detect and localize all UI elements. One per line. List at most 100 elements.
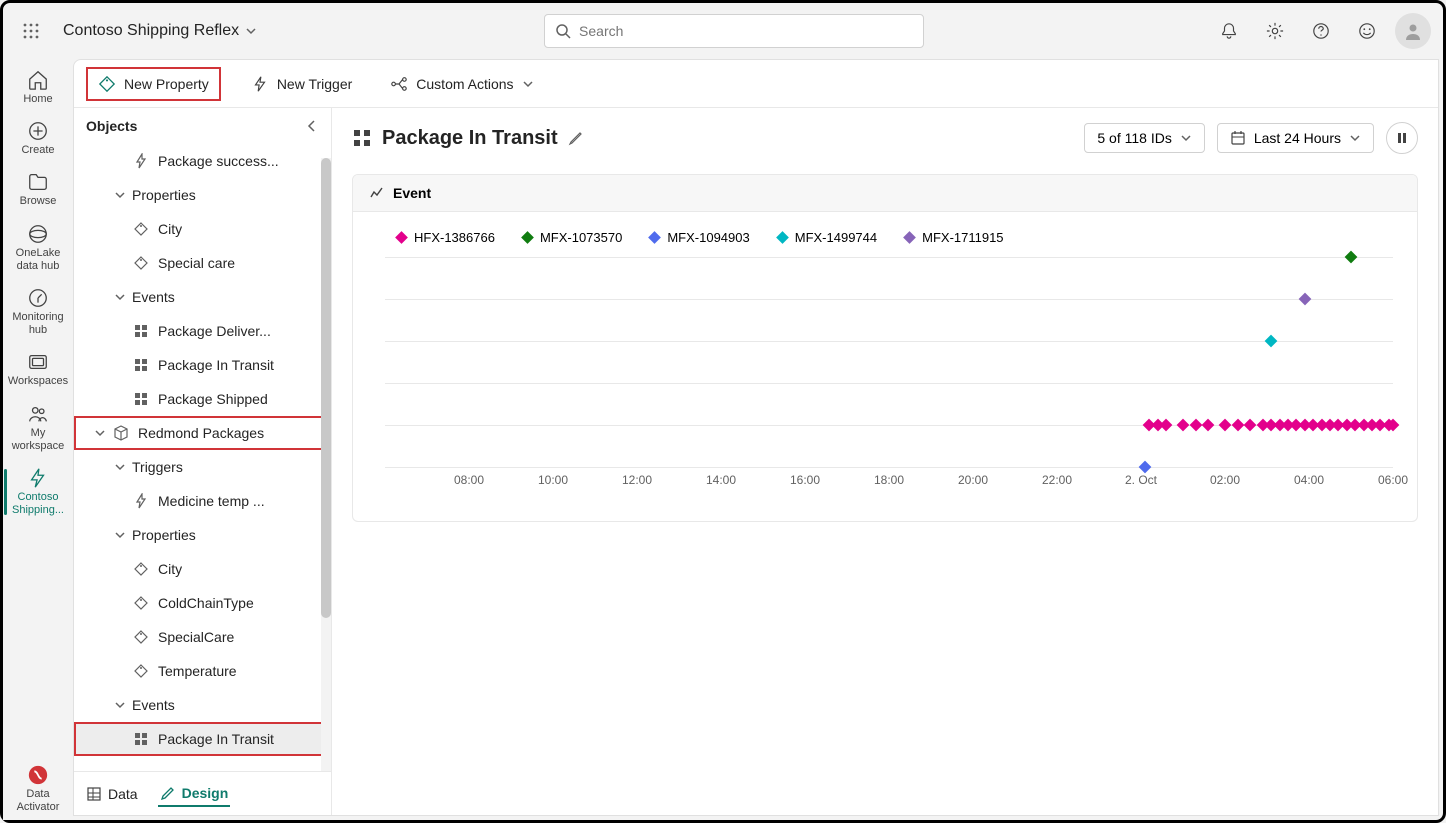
tree-item[interactable]: Special care: [74, 246, 331, 280]
edit-icon[interactable]: [568, 130, 584, 146]
rail-home-label: Home: [23, 93, 52, 106]
legend-label: MFX-1499744: [795, 230, 877, 245]
tree-item[interactable]: Package Shipped: [74, 382, 331, 416]
rail-data-activator[interactable]: Data Activator: [8, 758, 68, 820]
legend-item[interactable]: MFX-1094903: [650, 230, 749, 245]
settings-button[interactable]: [1257, 13, 1293, 49]
data-point[interactable]: [1244, 419, 1257, 432]
table-icon: [86, 786, 102, 802]
tree-item[interactable]: Events: [74, 280, 331, 314]
x-tick: 16:00: [790, 473, 820, 487]
tag-icon: [132, 662, 150, 680]
left-rail: Home Create Browse OneLake data hub Moni…: [3, 59, 73, 820]
legend-color-icon: [395, 231, 408, 244]
app-launcher-icon[interactable]: [15, 15, 47, 47]
data-point[interactable]: [1189, 419, 1202, 432]
data-point[interactable]: [1298, 293, 1311, 306]
collapse-icon[interactable]: [305, 119, 319, 133]
chevron-down-icon: [112, 697, 128, 713]
topbar-right: [1211, 13, 1431, 49]
user-avatar[interactable]: [1395, 13, 1431, 49]
data-point[interactable]: [1202, 419, 1215, 432]
sidebar-scrollbar[interactable]: [321, 158, 331, 771]
rail-create[interactable]: Create: [8, 114, 68, 163]
rail-create-label: Create: [21, 144, 54, 157]
tree-item-label: Package Shipped: [158, 391, 268, 407]
tree-item[interactable]: Package In Transit: [74, 348, 331, 382]
tree-item[interactable]: Package Deliver...: [74, 314, 331, 348]
tree-item[interactable]: ColdChainType: [74, 586, 331, 620]
rail-home[interactable]: Home: [8, 63, 68, 112]
x-tick: 14:00: [706, 473, 736, 487]
legend-item[interactable]: HFX-1386766: [397, 230, 495, 245]
data-point[interactable]: [1231, 419, 1244, 432]
search-box[interactable]: [544, 14, 924, 48]
rail-monitoring[interactable]: Monitoring hub: [8, 281, 68, 343]
pause-button[interactable]: [1386, 122, 1418, 154]
gridline: [385, 257, 1393, 258]
data-point[interactable]: [1139, 461, 1152, 474]
design-icon: [160, 785, 176, 801]
tree-item[interactable]: Package success...: [74, 144, 331, 178]
tree-item[interactable]: Triggers: [74, 450, 331, 484]
tree-item[interactable]: Properties: [74, 178, 331, 212]
chart-body: HFX-1386766 MFX-1073570 MFX-1094903 MFX-149…: [353, 212, 1417, 521]
tree-item[interactable]: Redmond Packages: [74, 416, 331, 450]
x-tick: 10:00: [538, 473, 568, 487]
x-tick: 2. Oct: [1125, 473, 1157, 487]
search-icon: [555, 23, 571, 39]
rail-browse[interactable]: Browse: [8, 165, 68, 214]
data-point[interactable]: [1160, 419, 1173, 432]
help-button[interactable]: [1303, 13, 1339, 49]
new-trigger-button[interactable]: New Trigger: [243, 69, 360, 99]
tree-item-label: Medicine temp ...: [158, 493, 265, 509]
rail-onelake-label: OneLake data hub: [10, 247, 66, 273]
legend-item[interactable]: MFX-1711915: [905, 230, 1003, 245]
rail-workspaces[interactable]: Workspaces: [8, 345, 68, 394]
ids-filter[interactable]: 5 of 118 IDs: [1084, 123, 1204, 153]
notifications-button[interactable]: [1211, 13, 1247, 49]
custom-actions-button[interactable]: Custom Actions: [382, 69, 541, 99]
tree-item[interactable]: Events: [74, 688, 331, 722]
data-point[interactable]: [1219, 419, 1232, 432]
time-filter[interactable]: Last 24 Hours: [1217, 123, 1374, 153]
feedback-button[interactable]: [1349, 13, 1385, 49]
tree-item-label: City: [158, 561, 182, 577]
x-tick: 08:00: [454, 473, 484, 487]
tree-item[interactable]: City: [74, 212, 331, 246]
legend-color-icon: [648, 231, 661, 244]
tab-design[interactable]: Design: [158, 781, 231, 807]
rail-myworkspace[interactable]: My workspace: [8, 397, 68, 459]
tree-item-label: Redmond Packages: [138, 425, 264, 441]
x-tick: 22:00: [1042, 473, 1072, 487]
tag-icon: [132, 220, 150, 238]
data-point[interactable]: [1177, 419, 1190, 432]
tree-item[interactable]: City: [74, 552, 331, 586]
search-input[interactable]: [579, 23, 913, 39]
tree-item[interactable]: Temperature: [74, 654, 331, 688]
tree-item[interactable]: SpecialCare: [74, 620, 331, 654]
legend-label: HFX-1386766: [414, 230, 495, 245]
legend-item[interactable]: MFX-1499744: [778, 230, 877, 245]
legend-color-icon: [776, 231, 789, 244]
rail-onelake[interactable]: OneLake data hub: [8, 217, 68, 279]
legend-item[interactable]: MFX-1073570: [523, 230, 622, 245]
tree-item[interactable]: Properties: [74, 518, 331, 552]
new-trigger-label: New Trigger: [277, 76, 352, 92]
chart-x-axis: 08:0010:0012:0014:0016:0018:0020:0022:00…: [385, 473, 1393, 497]
gridline: [385, 467, 1393, 468]
new-property-button[interactable]: New Property: [86, 67, 221, 101]
tree-item-label: ColdChainType: [158, 595, 254, 611]
data-point[interactable]: [1265, 335, 1278, 348]
tree-item[interactable]: Package In Transit: [74, 722, 331, 756]
tab-data[interactable]: Data: [84, 782, 140, 806]
rail-active-item[interactable]: Contoso Shipping...: [8, 461, 68, 523]
tree-item[interactable]: Medicine temp ...: [74, 484, 331, 518]
rail-workspaces-label: Workspaces: [8, 375, 68, 388]
tag-icon: [132, 628, 150, 646]
x-tick: 06:00: [1378, 473, 1408, 487]
main-panel: New Property New Trigger Custom Actions …: [73, 59, 1439, 816]
chevron-down-icon: [1349, 132, 1361, 144]
gridline: [385, 299, 1393, 300]
app-title-dropdown[interactable]: Contoso Shipping Reflex: [63, 22, 257, 40]
